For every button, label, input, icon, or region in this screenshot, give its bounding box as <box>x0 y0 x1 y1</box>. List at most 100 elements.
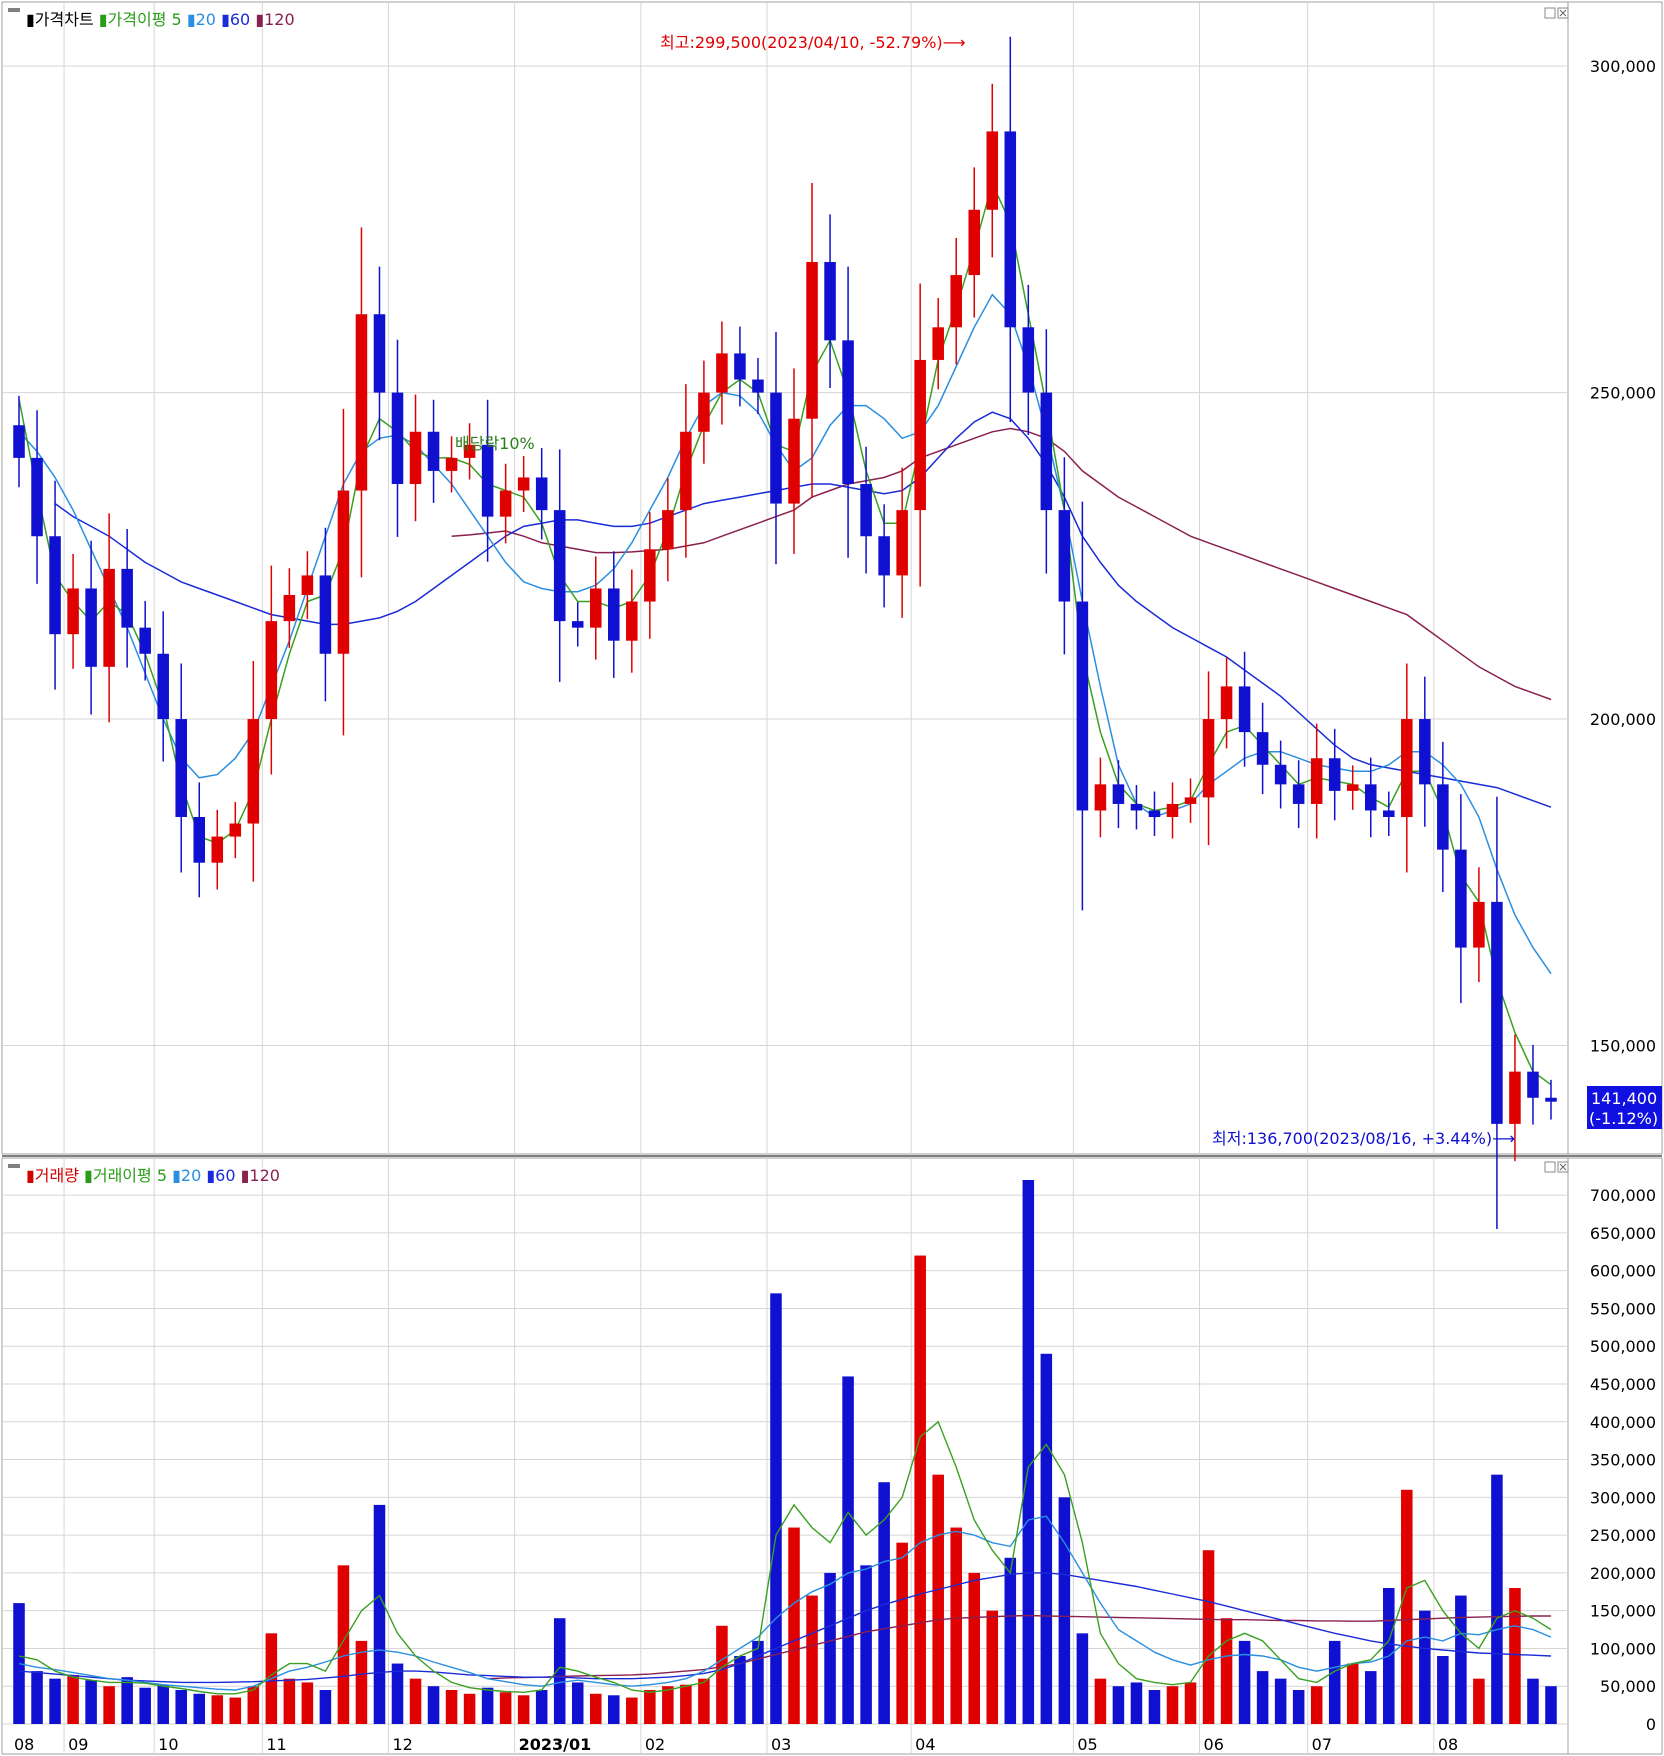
price-legend-text: ▮가격차트 ▮가격이평 5 ▮20 ▮60 ▮120 <box>26 10 295 29</box>
x-tick-label: 10 <box>158 1735 178 1754</box>
volume-bar <box>1076 1633 1089 1724</box>
price-legend: ▮가격차트 ▮가격이평 5 ▮20 ▮60 ▮120 <box>8 8 295 29</box>
candle-body <box>67 588 79 635</box>
x-tick-label: 05 <box>1077 1735 1097 1754</box>
volume-bar <box>950 1527 962 1724</box>
candle-body <box>1419 719 1431 785</box>
candle-body <box>1346 784 1359 791</box>
candle-body <box>878 536 890 576</box>
legend-entry: ▮20 <box>167 1166 201 1185</box>
volume-bar <box>427 1686 440 1724</box>
volume-bar <box>626 1697 638 1724</box>
candle-body <box>1437 784 1449 850</box>
x-tick-label: 03 <box>771 1735 791 1754</box>
volume-bar <box>1527 1678 1539 1724</box>
volume-bar <box>1004 1557 1017 1724</box>
candle-body <box>1527 1071 1539 1098</box>
candle-body <box>211 836 224 863</box>
volume-bar <box>662 1686 674 1724</box>
volume-bar <box>1094 1678 1107 1724</box>
volume-bar <box>373 1504 386 1724</box>
volume-bar <box>67 1674 79 1724</box>
candle-body <box>1166 803 1179 817</box>
candle-body <box>481 444 494 517</box>
dividend-annotation: 배당락10% <box>455 434 535 453</box>
volume-bar <box>1148 1690 1161 1724</box>
volume-tick-label: 400,000 <box>1590 1413 1656 1432</box>
volume-tick-label: 100,000 <box>1590 1639 1656 1658</box>
candle-body <box>788 418 800 504</box>
volume-tick-label: 650,000 <box>1590 1224 1656 1243</box>
current-price-badge: 141,400 (-1.12%) <box>1587 1086 1662 1129</box>
maximize-icon[interactable] <box>1544 7 1556 19</box>
volume-bar <box>121 1677 133 1724</box>
volume-bar <box>608 1695 620 1724</box>
volume-bar <box>463 1693 476 1724</box>
candle-body <box>1076 601 1089 811</box>
candle-body <box>896 510 908 576</box>
candle-body <box>806 262 818 419</box>
candle-body <box>121 568 133 628</box>
volume-bar <box>698 1678 710 1724</box>
candle-body <box>1004 131 1017 328</box>
volume-legend-text: ▮거래량 ▮거래이평 5 ▮20 ▮60 ▮120 <box>26 1166 280 1185</box>
x-tick-label: 12 <box>392 1735 412 1754</box>
candle-body <box>914 359 926 511</box>
volume-tick-label: 500,000 <box>1590 1337 1656 1356</box>
stock-chart: 300,000 250,000 200,000 150,000 700,000 650,0… <box>1 1 1663 1755</box>
candle-body <box>247 719 260 824</box>
price-tick-label: 150,000 <box>1590 1037 1656 1056</box>
candle-body <box>734 353 746 380</box>
volume-bar <box>716 1625 728 1724</box>
candle-body <box>950 275 962 328</box>
candle-body <box>932 327 944 360</box>
volume-bar <box>229 1697 242 1724</box>
volume-maximize-icon[interactable] <box>1544 1161 1556 1173</box>
volume-tick-label: 200,000 <box>1590 1564 1656 1583</box>
candle-body <box>698 392 710 432</box>
volume-bar <box>1491 1474 1503 1724</box>
candle-body <box>1491 901 1503 1124</box>
volume-bar <box>31 1671 43 1724</box>
x-tick-label: 08 <box>1438 1735 1458 1754</box>
volume-bar <box>589 1693 602 1724</box>
candle-body <box>373 314 386 393</box>
panel-menu-icon[interactable] <box>8 8 20 12</box>
candle-body <box>752 379 764 393</box>
candle-body <box>1058 510 1071 602</box>
x-tick-label: 2023/01 <box>519 1735 592 1754</box>
candle-body <box>535 477 548 511</box>
volume-bar <box>644 1690 656 1724</box>
volume-bar <box>1455 1595 1467 1724</box>
candle-body <box>103 568 115 667</box>
volume-bar <box>211 1695 224 1724</box>
legend-entry: ▮가격이평 <box>94 10 167 29</box>
candle-body <box>319 575 332 654</box>
x-tick-label: 09 <box>68 1735 88 1754</box>
volume-bar <box>1401 1489 1413 1724</box>
candle-body <box>842 340 854 484</box>
current-change: (-1.12%) <box>1589 1109 1658 1128</box>
volume-bar <box>1238 1640 1251 1724</box>
volume-bar <box>770 1293 782 1724</box>
volume-bar <box>1437 1656 1449 1724</box>
volume-bar <box>1545 1686 1557 1724</box>
candle-body <box>1364 784 1377 811</box>
volume-bar <box>914 1255 926 1724</box>
legend-entry: ▮거래량 <box>26 1166 79 1185</box>
candle-body <box>1094 784 1107 811</box>
candle-body <box>1473 901 1485 948</box>
volume-panel-menu-icon[interactable] <box>8 1164 20 1168</box>
candle-body <box>157 653 169 720</box>
volume-bar <box>157 1684 169 1724</box>
candle-body <box>517 477 530 491</box>
candle-body <box>1455 849 1467 948</box>
legend-entry: ▮60 <box>201 1166 235 1185</box>
candle-body <box>1310 758 1323 804</box>
x-tick-label: 08 <box>14 1735 34 1754</box>
legend-entry: 5 <box>152 1166 167 1185</box>
candle-body <box>1256 732 1269 765</box>
candle-body <box>716 353 728 393</box>
volume-bar <box>986 1610 999 1724</box>
candle-body <box>1202 719 1215 798</box>
